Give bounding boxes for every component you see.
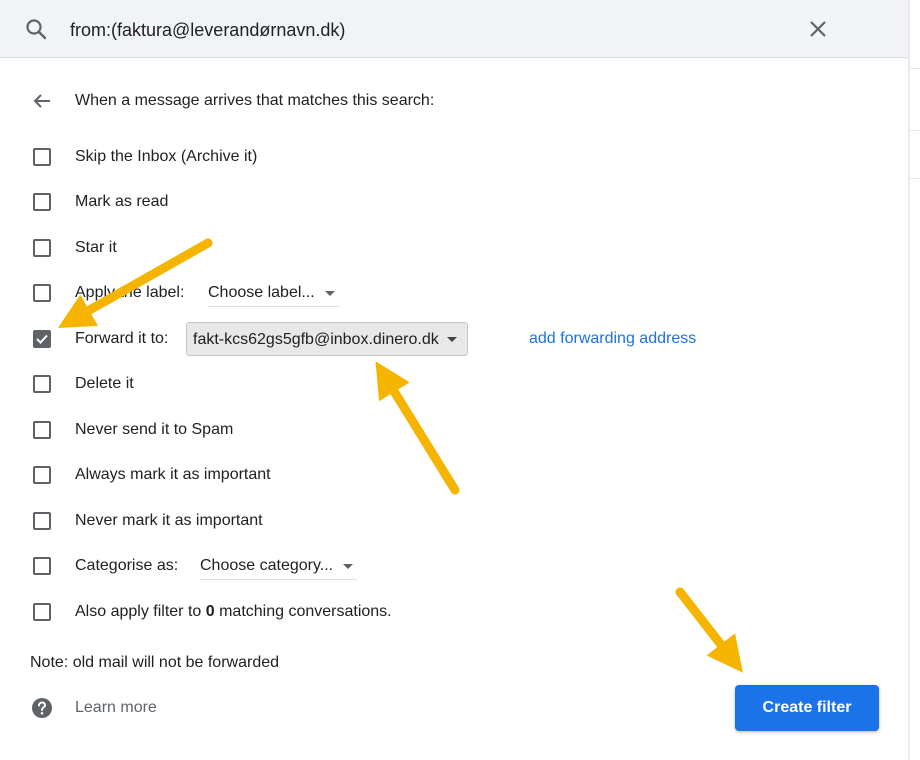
learn-more-link[interactable]: Learn more bbox=[75, 697, 157, 719]
mark-read-label[interactable]: Mark as read bbox=[75, 184, 168, 220]
add-forwarding-address-link[interactable]: add forwarding address bbox=[529, 321, 696, 357]
help-icon bbox=[32, 698, 52, 718]
dropdown-caret-icon bbox=[446, 337, 457, 342]
dropdown-caret-icon bbox=[324, 291, 335, 296]
always-important-checkbox[interactable] bbox=[33, 466, 51, 484]
close-icon[interactable] bbox=[806, 17, 830, 41]
apply-label-label[interactable]: Apply the label: bbox=[75, 275, 184, 311]
forward-address-dropdown[interactable]: fakt-kcs62gs5gfb@inbox.dinero.dk bbox=[186, 322, 468, 356]
background-strip bbox=[910, 0, 920, 760]
search-bar[interactable]: from:(faktura@leverandørnavn.dk) bbox=[0, 0, 908, 58]
apply-label-checkbox[interactable] bbox=[33, 284, 51, 302]
forward-note: Note: old mail will not be forwarded bbox=[30, 654, 280, 671]
label-dropdown[interactable]: Choose label... bbox=[208, 280, 339, 307]
dropdown-caret-icon bbox=[343, 564, 354, 569]
delete-checkbox[interactable] bbox=[33, 375, 51, 393]
background-divider bbox=[910, 68, 920, 69]
category-dropdown[interactable]: Choose category... bbox=[200, 553, 358, 580]
forward-label[interactable]: Forward it to: bbox=[75, 321, 168, 357]
also-apply-label[interactable]: Also apply filter to 0 matching conversa… bbox=[75, 594, 392, 630]
option-mark-read: Mark as read bbox=[0, 184, 900, 220]
option-never-spam: Never send it to Spam bbox=[0, 412, 900, 448]
create-filter-button[interactable]: Create filter bbox=[735, 685, 879, 731]
mark-read-checkbox[interactable] bbox=[33, 193, 51, 211]
option-never-important: Never mark it as important bbox=[0, 503, 900, 539]
option-always-important: Always mark it as important bbox=[0, 457, 900, 493]
option-categorise: Categorise as: Choose category... bbox=[0, 548, 900, 584]
categorise-checkbox[interactable] bbox=[33, 557, 51, 575]
skip-inbox-checkbox[interactable] bbox=[33, 148, 51, 166]
skip-inbox-label[interactable]: Skip the Inbox (Archive it) bbox=[75, 139, 257, 175]
arrow-back-icon[interactable] bbox=[30, 89, 54, 113]
categorise-label[interactable]: Categorise as: bbox=[75, 548, 178, 584]
matching-count: 0 bbox=[205, 603, 215, 620]
option-apply-label: Apply the label: Choose label... bbox=[0, 275, 900, 311]
delete-label[interactable]: Delete it bbox=[75, 366, 134, 402]
never-spam-checkbox[interactable] bbox=[33, 421, 51, 439]
filter-header-text: When a message arrives that matches this… bbox=[75, 92, 435, 109]
always-important-label[interactable]: Always mark it as important bbox=[75, 457, 271, 493]
option-skip-inbox: Skip the Inbox (Archive it) bbox=[0, 139, 900, 175]
label-dropdown-value: Choose label... bbox=[208, 284, 315, 301]
search-query[interactable]: from:(faktura@leverandørnavn.dk) bbox=[70, 0, 345, 58]
option-delete: Delete it bbox=[0, 366, 900, 402]
background-divider bbox=[910, 178, 920, 179]
check-icon bbox=[36, 334, 48, 344]
option-star: Star it bbox=[0, 230, 900, 266]
background-divider bbox=[910, 130, 920, 131]
search-icon[interactable] bbox=[24, 17, 48, 41]
option-also-apply: Also apply filter to 0 matching conversa… bbox=[0, 594, 900, 630]
star-checkbox[interactable] bbox=[33, 239, 51, 257]
never-important-checkbox[interactable] bbox=[33, 512, 51, 530]
star-label[interactable]: Star it bbox=[75, 230, 117, 266]
also-apply-text-before: Also apply filter to bbox=[75, 603, 206, 620]
option-forward: Forward it to: fakt-kcs62gs5gfb@inbox.di… bbox=[0, 321, 900, 357]
forward-address-value: fakt-kcs62gs5gfb@inbox.dinero.dk bbox=[193, 331, 439, 348]
category-dropdown-value: Choose category... bbox=[200, 557, 334, 574]
forward-checkbox[interactable] bbox=[33, 330, 51, 348]
also-apply-checkbox[interactable] bbox=[33, 603, 51, 621]
never-important-label[interactable]: Never mark it as important bbox=[75, 503, 263, 539]
never-spam-label[interactable]: Never send it to Spam bbox=[75, 412, 233, 448]
also-apply-text-after: matching conversations. bbox=[214, 603, 392, 620]
